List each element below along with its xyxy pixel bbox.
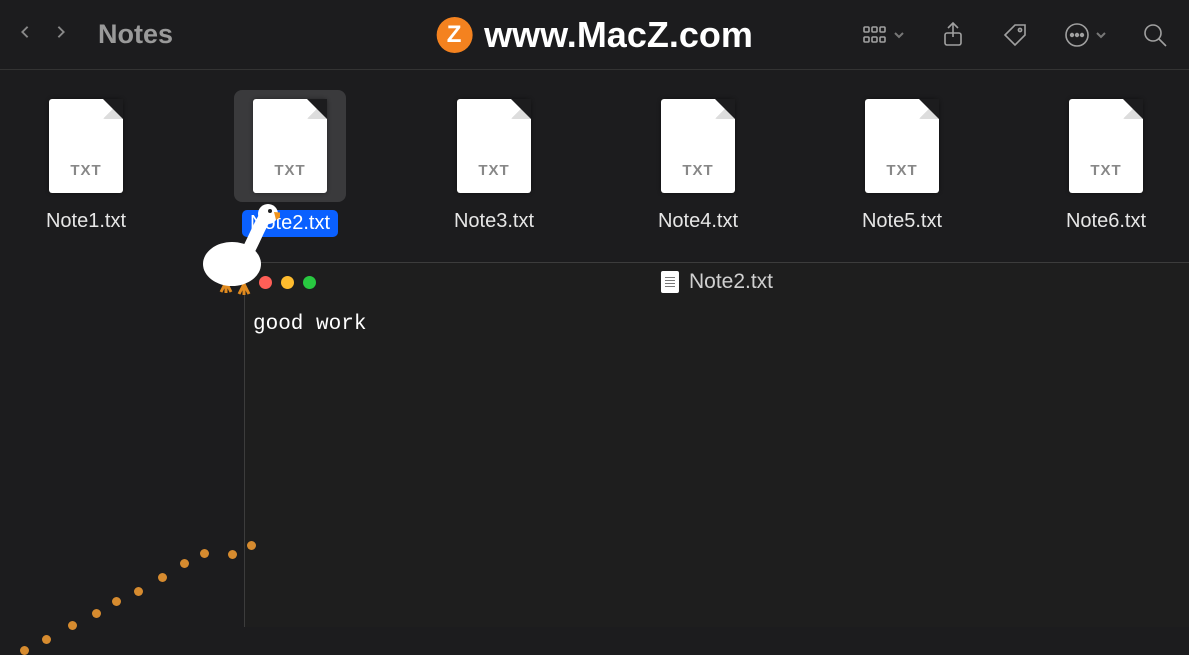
chevron-down-icon [1095, 29, 1107, 41]
file-ext-label: TXT [661, 162, 735, 179]
toolbar-right-tools [861, 21, 1171, 49]
chevron-left-icon [18, 25, 32, 39]
folder-title: Notes [98, 19, 173, 50]
file-item-note6[interactable]: TXT Note6.txt [1050, 90, 1162, 237]
file-name-label: Note3.txt [454, 210, 534, 233]
watermark-badge-icon: Z [436, 17, 472, 53]
file-icon: TXT [438, 90, 550, 202]
share-icon [939, 21, 967, 49]
file-ext-label: TXT [457, 162, 531, 179]
file-name-label: Note4.txt [658, 210, 738, 233]
file-grid: TXT Note1.txt TXT Note2.txt TXT Note3.tx… [0, 70, 1189, 257]
window-zoom-button[interactable] [303, 276, 316, 289]
preview-titlebar[interactable]: Note2.txt [245, 263, 1189, 301]
preview-title: Note2.txt [661, 270, 773, 294]
view-options-button[interactable] [861, 21, 905, 49]
file-item-note3[interactable]: TXT Note3.txt [438, 90, 550, 237]
file-name-label: Note6.txt [1066, 210, 1146, 233]
file-icon: TXT [30, 90, 142, 202]
tag-icon [1001, 21, 1029, 49]
file-item-note5[interactable]: TXT Note5.txt [846, 90, 958, 237]
desktop-goose-icon [200, 196, 280, 286]
search-button[interactable] [1141, 21, 1169, 49]
file-icon: TXT [846, 90, 958, 202]
file-item-note1[interactable]: TXT Note1.txt [30, 90, 142, 237]
nav-forward-button[interactable] [54, 25, 68, 44]
nav-buttons [18, 25, 68, 44]
chevron-right-icon [54, 25, 68, 39]
grid-icon [861, 21, 889, 49]
file-icon: TXT [1050, 90, 1162, 202]
search-icon [1141, 21, 1169, 49]
nav-back-button[interactable] [18, 25, 32, 44]
file-icon: TXT [642, 90, 754, 202]
watermark-text: www.MacZ.com [484, 14, 753, 56]
preview-window: Note2.txt good work [244, 262, 1189, 627]
preview-title-text: Note2.txt [689, 270, 773, 294]
share-button[interactable] [939, 21, 967, 49]
preview-content: good work [253, 313, 1181, 336]
file-ext-label: TXT [1069, 162, 1143, 179]
tags-button[interactable] [1001, 21, 1029, 49]
file-name-label: Note5.txt [862, 210, 942, 233]
window-minimize-button[interactable] [281, 276, 294, 289]
chevron-down-icon [893, 29, 905, 41]
file-ext-label: TXT [253, 162, 327, 179]
watermark: Z www.MacZ.com [436, 14, 753, 56]
file-item-note4[interactable]: TXT Note4.txt [642, 90, 754, 237]
file-ext-label: TXT [49, 162, 123, 179]
more-actions-button[interactable] [1063, 21, 1107, 49]
ellipsis-circle-icon [1063, 21, 1091, 49]
preview-body[interactable]: good work [245, 301, 1189, 348]
file-name-label: Note1.txt [46, 210, 126, 233]
document-icon [661, 271, 679, 293]
finder-toolbar: Notes Z www.MacZ.com [0, 0, 1189, 70]
file-ext-label: TXT [865, 162, 939, 179]
file-icon: TXT [234, 90, 346, 202]
